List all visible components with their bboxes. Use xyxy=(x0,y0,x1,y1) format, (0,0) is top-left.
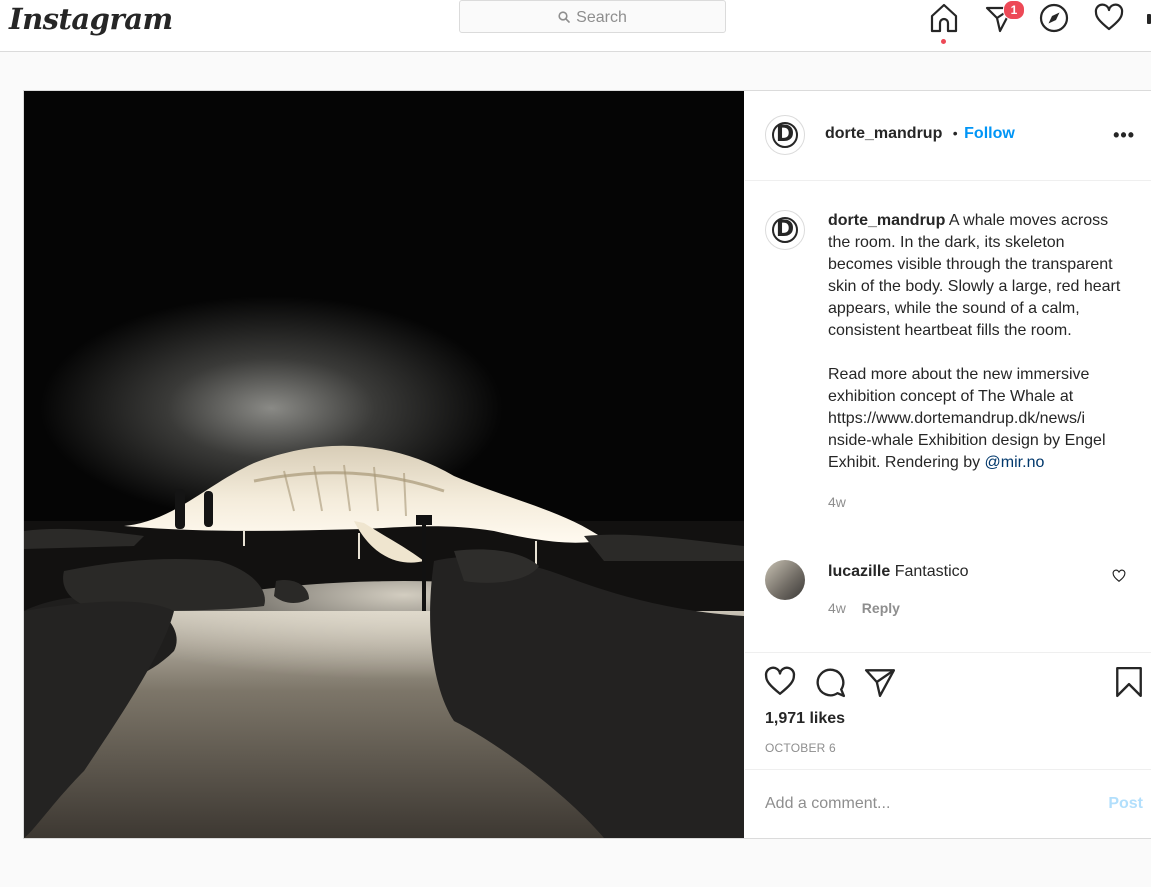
top-navigation-bar: Instagram Search 1 xyxy=(0,0,1151,52)
comment-bubble-icon[interactable] xyxy=(814,666,846,698)
add-comment-input[interactable] xyxy=(765,795,1085,813)
home-icon[interactable] xyxy=(929,3,959,33)
post-image-whale-exhibition[interactable] xyxy=(24,91,744,838)
author-username[interactable]: dorte_mandrup xyxy=(825,125,942,142)
caption-age: 4w xyxy=(828,494,846,510)
avatar-logo: D xyxy=(772,217,798,243)
like-comment-heart-icon[interactable] xyxy=(1112,569,1126,583)
likes-count[interactable]: 1,971 likes xyxy=(765,710,845,728)
comment-age: 4w xyxy=(828,600,846,616)
avatar-logo: D xyxy=(772,122,798,148)
activity-heart-icon[interactable] xyxy=(1094,3,1124,33)
post-comment-button[interactable]: Post xyxy=(1108,795,1143,813)
author-avatar[interactable]: D xyxy=(765,115,805,155)
search-placeholder: Search xyxy=(576,9,627,26)
caption-text: A whale moves across the room. In the da… xyxy=(828,212,1121,339)
post-side-panel: D dorte_mandrup • Follow ••• D dorte_man… xyxy=(745,91,1151,838)
comment-text: Fantastico xyxy=(894,563,969,580)
post-date[interactable]: OCTOBER 6 xyxy=(765,741,836,755)
mention-link[interactable]: @mir.no xyxy=(985,454,1045,471)
post-header: D dorte_mandrup • Follow ••• xyxy=(745,91,1151,181)
separator-dot: • xyxy=(952,125,958,141)
like-heart-icon[interactable] xyxy=(764,666,796,698)
whale-exhibition-rendering xyxy=(24,91,744,838)
comment-username[interactable]: lucazille xyxy=(828,563,890,580)
commenter-avatar[interactable] xyxy=(765,560,805,600)
share-paper-plane-icon[interactable] xyxy=(864,666,896,698)
instagram-logo[interactable]: Instagram xyxy=(9,2,173,36)
follow-button[interactable]: Follow xyxy=(964,125,1015,142)
search-icon xyxy=(558,11,570,23)
add-comment-bar: Post xyxy=(745,769,1151,839)
search-input[interactable]: Search xyxy=(459,0,726,33)
caption-username[interactable]: dorte_mandrup xyxy=(828,212,945,229)
home-active-dot xyxy=(941,39,946,44)
profile-avatar-edge[interactable] xyxy=(1147,14,1151,24)
caption-author-avatar[interactable]: D xyxy=(765,210,805,250)
reply-button[interactable]: Reply xyxy=(862,600,900,616)
save-bookmark-icon[interactable] xyxy=(1115,666,1143,698)
notification-badge: 1 xyxy=(1003,0,1025,20)
comment-item: lucazille Fantastico 4w Reply xyxy=(828,561,1108,619)
actions-divider xyxy=(745,652,1151,653)
post-caption: dorte_mandrup A whale moves across the r… xyxy=(828,210,1133,513)
caption-text-2: Read more about the new immersive exhibi… xyxy=(828,366,1106,471)
explore-compass-icon[interactable] xyxy=(1039,3,1069,33)
more-options-icon[interactable]: ••• xyxy=(1113,125,1135,146)
